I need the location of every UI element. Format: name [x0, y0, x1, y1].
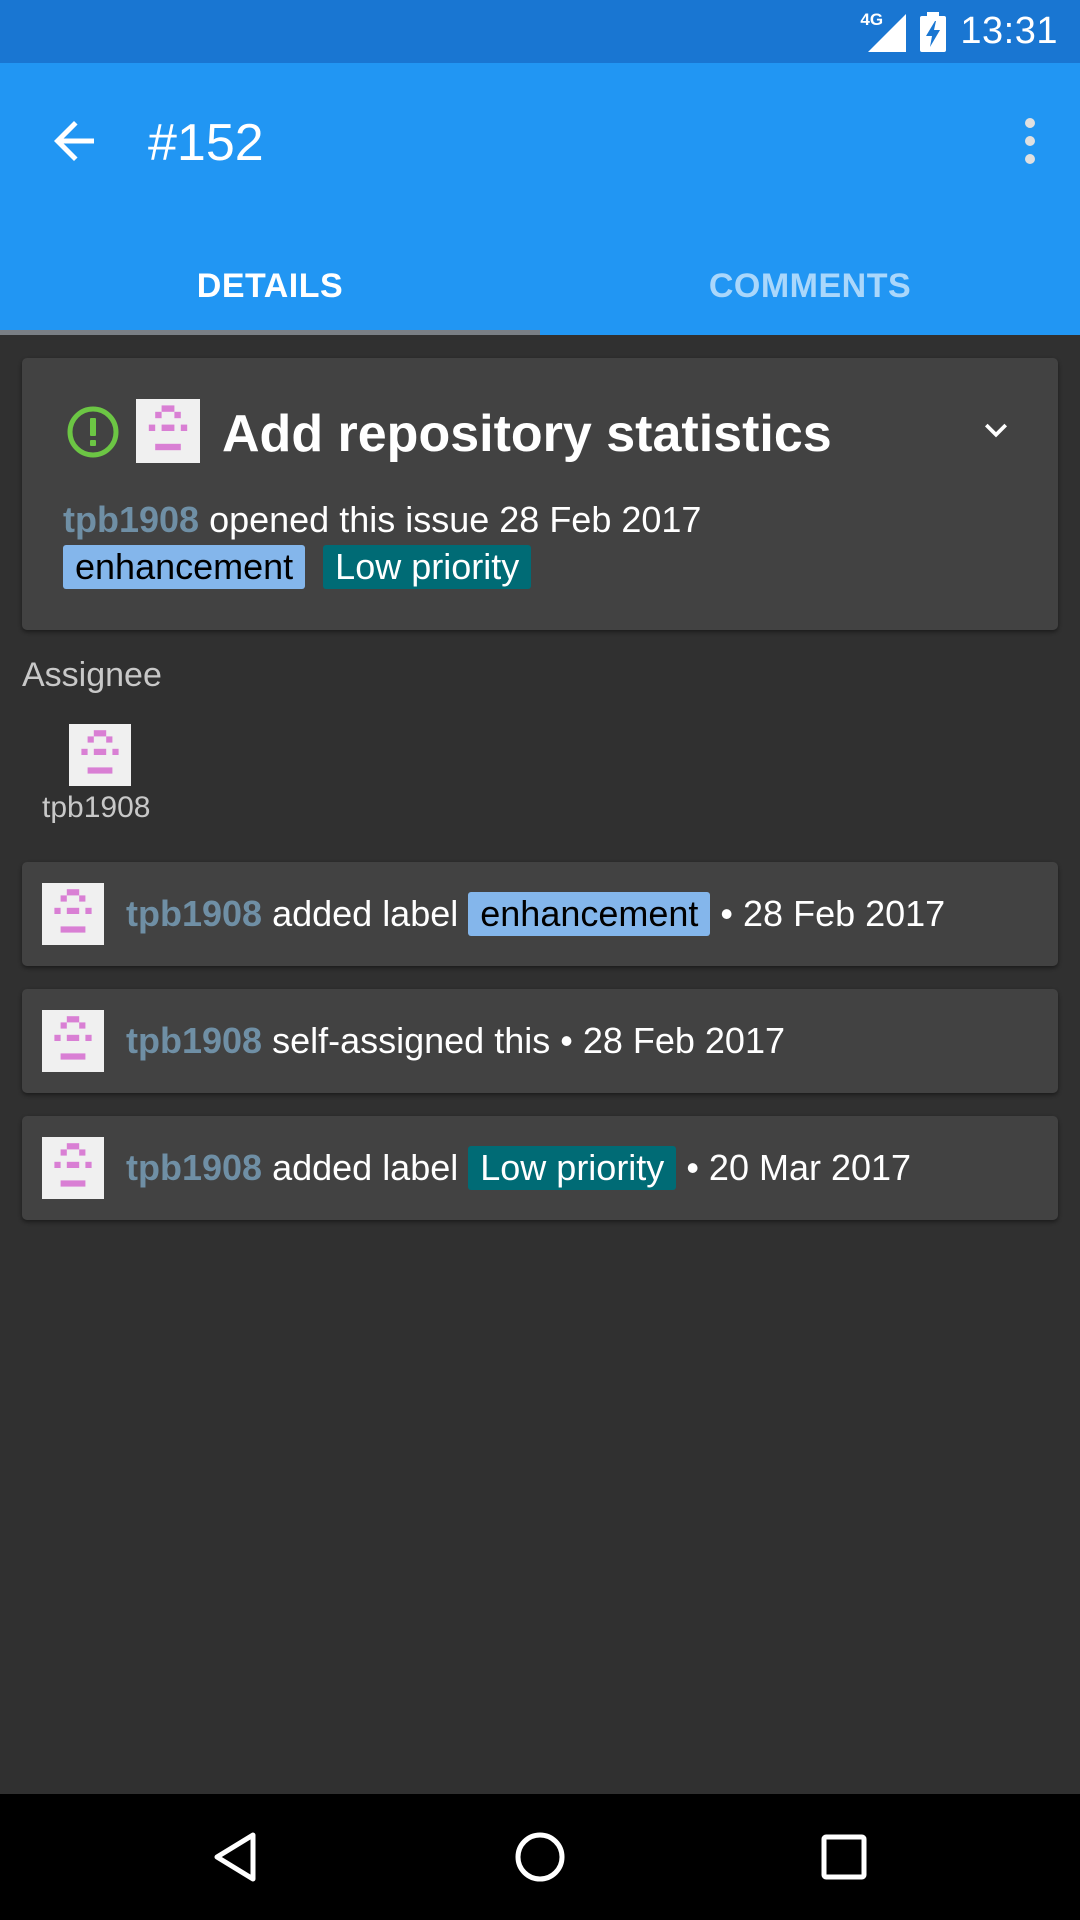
status-bar: 4G 13:31: [0, 0, 1080, 63]
avatar[interactable]: [42, 1137, 104, 1199]
avatar[interactable]: [42, 1010, 104, 1072]
network-type: 4G: [860, 9, 884, 29]
chevron-down-icon[interactable]: [974, 408, 1018, 452]
more-vert-icon[interactable]: [1008, 111, 1052, 171]
user-link[interactable]: tpb1908: [126, 1020, 262, 1062]
opened-text: opened this issue 28 Feb 2017: [209, 499, 702, 540]
label-low-priority[interactable]: Low priority: [468, 1146, 677, 1190]
event-text: tpb1908 added label Low priority • 20 Ma…: [126, 1116, 911, 1220]
nav-back-icon[interactable]: [205, 1827, 265, 1887]
navigation-bar: [0, 1794, 1080, 1920]
label-enhancement[interactable]: enhancement: [63, 545, 306, 589]
event-item: tpb1908 added label Low priority • 20 Ma…: [22, 1116, 1058, 1220]
label-low-priority[interactable]: Low priority: [323, 545, 532, 589]
nav-home-icon[interactable]: [510, 1827, 570, 1887]
user-link[interactable]: tpb1908: [126, 1147, 262, 1189]
issue-opened-line: tpb1908 opened this issue 28 Feb 2017: [63, 498, 701, 542]
arrow-back-icon[interactable]: [44, 111, 104, 171]
user-link[interactable]: tpb1908: [126, 893, 262, 935]
app-bar: #152 DETAILS COMMENTS: [0, 63, 1080, 335]
page-title: #152: [148, 114, 264, 172]
event-action: added label: [272, 893, 459, 934]
label-list: enhancement Low priority: [63, 545, 532, 589]
battery-charging-icon: [920, 11, 947, 52]
avatar[interactable]: [136, 399, 200, 463]
tab-comments[interactable]: COMMENTS: [540, 238, 1080, 335]
user-link[interactable]: tpb1908: [63, 499, 199, 540]
event-date: • 28 Feb 2017: [720, 893, 946, 934]
event-item: tpb1908 added label enhancement • 28 Feb…: [22, 862, 1058, 966]
status-time: 13:31: [960, 10, 1058, 52]
event-action: self-assigned this • 28 Feb 2017: [272, 1020, 785, 1061]
tab-indicator: [0, 330, 540, 335]
event-text: tpb1908 self-assigned this • 28 Feb 2017: [126, 989, 785, 1093]
assignee-avatar[interactable]: [69, 724, 131, 786]
assignee-name[interactable]: tpb1908: [42, 791, 150, 825]
label-enhancement[interactable]: enhancement: [468, 892, 711, 936]
event-item: tpb1908 self-assigned this • 28 Feb 2017: [22, 989, 1058, 1093]
issue-header-card: Add repository statistics tpb1908 opened…: [22, 358, 1058, 630]
event-date: • 20 Mar 2017: [686, 1147, 912, 1188]
issue-opened-icon: [67, 406, 119, 458]
event-action: added label: [272, 1147, 459, 1188]
assignee-heading: Assignee: [22, 656, 162, 694]
tab-details[interactable]: DETAILS: [0, 238, 540, 335]
status-icons: 4G 13:31: [860, 0, 1058, 63]
signal-icon: 4G: [860, 9, 907, 52]
nav-recents-icon[interactable]: [814, 1827, 874, 1887]
issue-title: Add repository statistics: [222, 405, 832, 463]
event-text: tpb1908 added label enhancement • 28 Feb…: [126, 862, 945, 966]
tab-bar: DETAILS COMMENTS: [0, 238, 1080, 335]
avatar[interactable]: [42, 883, 104, 945]
